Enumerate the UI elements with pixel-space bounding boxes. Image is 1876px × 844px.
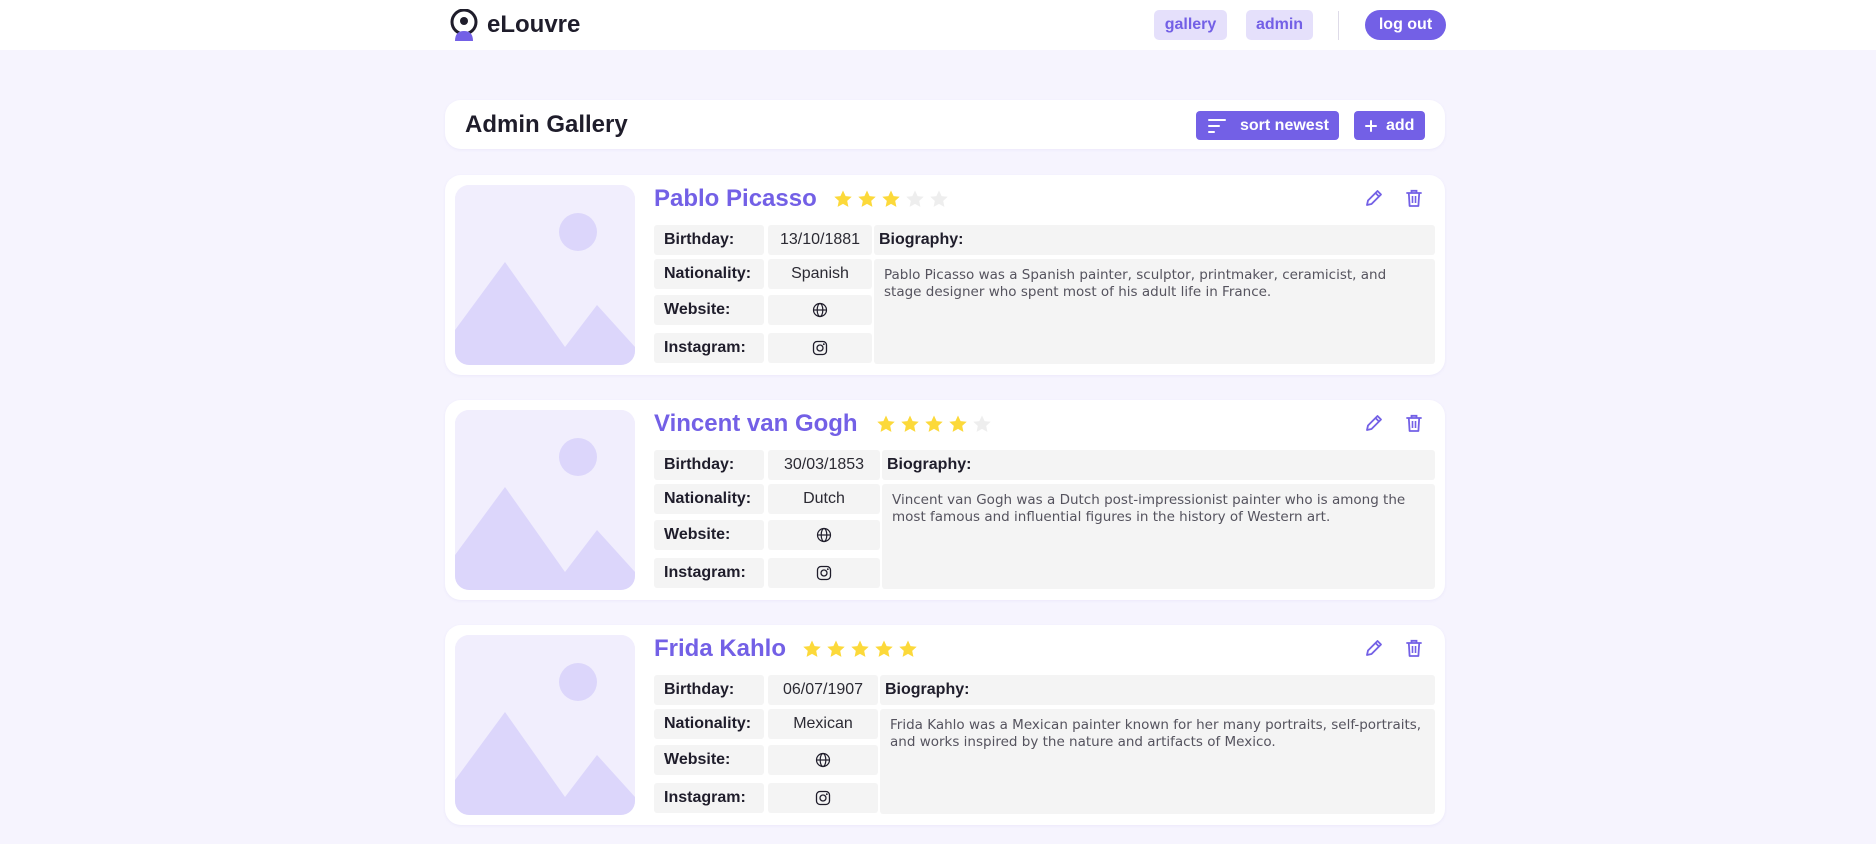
birthday-value: 13/10/1881 — [768, 225, 872, 255]
star-filled-icon[interactable] — [876, 414, 896, 434]
biography-label: Biography: — [874, 225, 1435, 255]
edit-icon[interactable] — [1363, 187, 1385, 209]
star-filled-icon[interactable] — [898, 639, 918, 659]
field-label-instagram: Instagram: — [654, 558, 764, 588]
field-label-birthday: Birthday: — [654, 675, 764, 705]
nationality-value: Spanish — [768, 259, 872, 289]
instagram-link[interactable] — [768, 333, 872, 363]
artist-name: Frida Kahlo — [654, 635, 787, 662]
edit-icon[interactable] — [1363, 412, 1385, 434]
rating-stars — [833, 189, 949, 209]
biography-text: Pablo Picasso was a Spanish painter, scu… — [874, 259, 1435, 364]
instagram-icon — [815, 790, 831, 806]
nav-admin-link[interactable]: admin — [1246, 10, 1313, 40]
trash-icon[interactable] — [1403, 187, 1425, 209]
artist-image-placeholder — [455, 185, 635, 365]
field-label-instagram: Instagram: — [654, 333, 764, 363]
nationality-value: Mexican — [768, 709, 878, 739]
edit-icon[interactable] — [1363, 637, 1385, 659]
website-link[interactable] — [768, 520, 880, 550]
artist-name: Vincent van Gogh — [654, 410, 858, 437]
page-title: Admin Gallery — [465, 111, 628, 138]
biography-text: Vincent van Gogh was a Dutch post-impres… — [882, 484, 1435, 589]
birthday-value: 30/03/1853 — [768, 450, 880, 480]
field-label-birthday: Birthday: — [654, 225, 764, 255]
star-empty-icon[interactable] — [929, 189, 949, 209]
field-label-website: Website: — [654, 745, 764, 775]
instagram-link[interactable] — [768, 558, 880, 588]
star-filled-icon[interactable] — [900, 414, 920, 434]
logo-icon — [450, 9, 478, 41]
sort-button[interactable]: sort newest — [1196, 111, 1339, 140]
star-filled-icon[interactable] — [948, 414, 968, 434]
image-placeholder-icon — [455, 635, 635, 815]
star-filled-icon[interactable] — [881, 189, 901, 209]
star-filled-icon[interactable] — [850, 639, 870, 659]
instagram-link[interactable] — [768, 783, 878, 813]
artist-card: Frida Kahlo Birthday: Nationality: Website… — [445, 625, 1445, 825]
image-placeholder-icon — [455, 185, 635, 365]
sort-button-label: sort newest — [1240, 116, 1329, 134]
nationality-value: Dutch — [768, 484, 880, 514]
artist-image-placeholder — [455, 410, 635, 590]
star-empty-icon[interactable] — [972, 414, 992, 434]
gallery-header: Admin Gallery sort newest add — [445, 100, 1445, 149]
add-button[interactable]: add — [1354, 111, 1425, 140]
star-empty-icon[interactable] — [905, 189, 925, 209]
field-label-nationality: Nationality: — [654, 709, 764, 739]
nav-gallery-link[interactable]: gallery — [1154, 10, 1227, 40]
artist-image-placeholder — [455, 635, 635, 815]
brand-name: eLouvre — [487, 11, 581, 38]
artist-card: Vincent van Gogh Birthday: Nationality: We… — [445, 400, 1445, 600]
trash-icon[interactable] — [1403, 637, 1425, 659]
star-filled-icon[interactable] — [833, 189, 853, 209]
globe-icon — [815, 752, 831, 768]
field-label-birthday: Birthday: — [654, 450, 764, 480]
artist-card: Pablo Picasso Birthday: Nationality: Websi… — [445, 175, 1445, 375]
website-link[interactable] — [768, 295, 872, 325]
field-label-website: Website: — [654, 520, 764, 550]
field-label-website: Website: — [654, 295, 764, 325]
image-placeholder-icon — [455, 410, 635, 590]
globe-icon — [816, 527, 832, 543]
field-label-nationality: Nationality: — [654, 484, 764, 514]
website-link[interactable] — [768, 745, 878, 775]
biography-label: Biography: — [880, 675, 1435, 705]
add-button-label: add — [1386, 116, 1415, 134]
globe-icon — [812, 302, 828, 318]
instagram-icon — [816, 565, 832, 581]
star-filled-icon[interactable] — [924, 414, 944, 434]
sort-icon — [1208, 118, 1226, 133]
logout-button[interactable]: log out — [1365, 10, 1446, 40]
star-filled-icon[interactable] — [874, 639, 894, 659]
biography-text: Frida Kahlo was a Mexican painter known … — [880, 709, 1435, 814]
biography-label: Biography: — [882, 450, 1435, 480]
artist-name: Pablo Picasso — [654, 185, 817, 212]
rating-stars — [876, 414, 992, 434]
top-navbar: eLouvre gallery admin log out — [0, 0, 1876, 50]
rating-stars — [802, 639, 918, 659]
trash-icon[interactable] — [1403, 412, 1425, 434]
instagram-icon — [812, 340, 828, 356]
field-label-nationality: Nationality: — [654, 259, 764, 289]
field-label-instagram: Instagram: — [654, 783, 764, 813]
star-filled-icon[interactable] — [857, 189, 877, 209]
brand[interactable]: eLouvre — [449, 9, 580, 41]
plus-icon — [1365, 119, 1377, 132]
star-filled-icon[interactable] — [802, 639, 822, 659]
birthday-value: 06/07/1907 — [768, 675, 878, 705]
star-filled-icon[interactable] — [826, 639, 846, 659]
nav-divider — [1338, 11, 1339, 40]
